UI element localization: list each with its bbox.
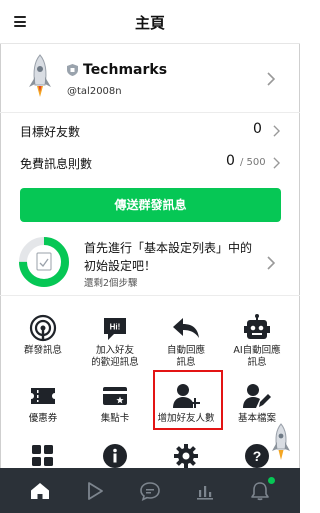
chevron-right-icon xyxy=(267,72,275,86)
friend-target-value: 0 xyxy=(253,121,262,137)
header-bar: 主頁 xyxy=(0,0,300,44)
ai-auto-reply-label-1: AI自動回應 xyxy=(233,345,281,356)
chevron-right-icon xyxy=(267,256,275,270)
free-message-label: 免費訊息則數 xyxy=(20,157,93,171)
ai-auto-reply-tile[interactable]: AI自動回應 訊息 xyxy=(224,313,290,369)
nav-analytics[interactable] xyxy=(175,468,235,513)
nav-chat[interactable] xyxy=(120,468,180,513)
bell-icon xyxy=(251,481,269,500)
welcome-message-tile[interactable]: Hi! 加入好友 的歡迎訊息 xyxy=(82,313,148,369)
profile-tile[interactable]: 基本檔案 xyxy=(224,381,290,425)
chevron-right-icon xyxy=(273,125,280,137)
chevron-right-icon xyxy=(273,157,280,169)
auto-reply-label-1: 自動回應 xyxy=(166,345,205,356)
coupon-label: 優惠券 xyxy=(28,413,58,424)
setup-text-line-1: 首先進行「基本設定列表」中的 xyxy=(84,241,253,255)
free-message-count: 0 xyxy=(226,153,235,169)
nav-home[interactable] xyxy=(10,468,70,513)
auto-reply-tile[interactable]: 自動回應 訊息 xyxy=(153,313,219,369)
notification-dot xyxy=(268,477,275,484)
setup-text-line-2: 初始設定吧！ xyxy=(84,259,157,273)
send-broadcast-button[interactable]: 傳送群發訊息 xyxy=(20,188,281,222)
free-message-limit: / 500 xyxy=(240,157,266,168)
reward-card-tile[interactable]: 集點卡 xyxy=(82,381,148,425)
ai-auto-reply-label-2: 訊息 xyxy=(247,357,267,368)
bottom-navigation xyxy=(0,468,300,513)
setup-progress-ring xyxy=(19,237,69,287)
welcome-message-label-2: 的歡迎訊息 xyxy=(91,357,139,368)
robot-icon xyxy=(244,314,270,339)
gear-icon[interactable] xyxy=(173,443,199,468)
highlight-box xyxy=(153,370,223,430)
help-icon[interactable]: ? xyxy=(244,443,270,468)
rocket-avatar-icon xyxy=(29,54,51,97)
broadcast-icon xyxy=(29,314,57,342)
grid-apps-icon[interactable] xyxy=(31,444,55,466)
reward-card-label: 集點卡 xyxy=(100,413,130,424)
info-icon[interactable] xyxy=(102,443,128,468)
edit-profile-icon xyxy=(243,384,271,408)
welcome-message-label-1: 加入好友 xyxy=(95,345,134,356)
friend-target-label: 目標好友數 xyxy=(20,125,81,139)
verified-shield-icon xyxy=(67,64,78,76)
play-icon xyxy=(88,481,103,500)
broadcast-message-tile[interactable]: 群發訊息 xyxy=(10,313,76,357)
account-name: Techmarks xyxy=(83,62,168,78)
reward-card-icon xyxy=(103,387,127,405)
rocket-assistant-icon[interactable] xyxy=(268,422,294,462)
setup-card[interactable]: 首先進行「基本設定列表」中的 初始設定吧！ 還剩2個步驟 xyxy=(0,230,300,296)
account-id: @tal2008n xyxy=(67,86,122,97)
nav-notifications[interactable] xyxy=(230,468,290,513)
nav-video[interactable] xyxy=(65,468,125,513)
coupon-tile[interactable]: 優惠券 xyxy=(10,381,76,425)
account-card[interactable]: Techmarks @tal2008n xyxy=(0,45,300,113)
auto-reply-label-2: 訊息 xyxy=(176,357,196,368)
chat-bubble-icon xyxy=(140,481,160,501)
reply-arrow-icon xyxy=(173,318,199,338)
bar-chart-icon xyxy=(197,485,213,500)
broadcast-message-label: 群發訊息 xyxy=(23,345,62,356)
svg-text:Hi!: Hi! xyxy=(110,323,121,332)
greeting-bubble-icon: Hi! xyxy=(104,318,126,340)
page-title: 主頁 xyxy=(134,14,165,32)
coupon-ticket-icon xyxy=(31,388,55,404)
svg-text:?: ? xyxy=(253,448,262,464)
home-icon xyxy=(31,482,49,499)
setup-remaining-steps: 還剩2個步驟 xyxy=(84,278,138,289)
free-message-row[interactable]: 免費訊息則數 0 / 500 xyxy=(0,149,300,177)
friend-target-row[interactable]: 目標好友數 0 xyxy=(0,117,300,145)
